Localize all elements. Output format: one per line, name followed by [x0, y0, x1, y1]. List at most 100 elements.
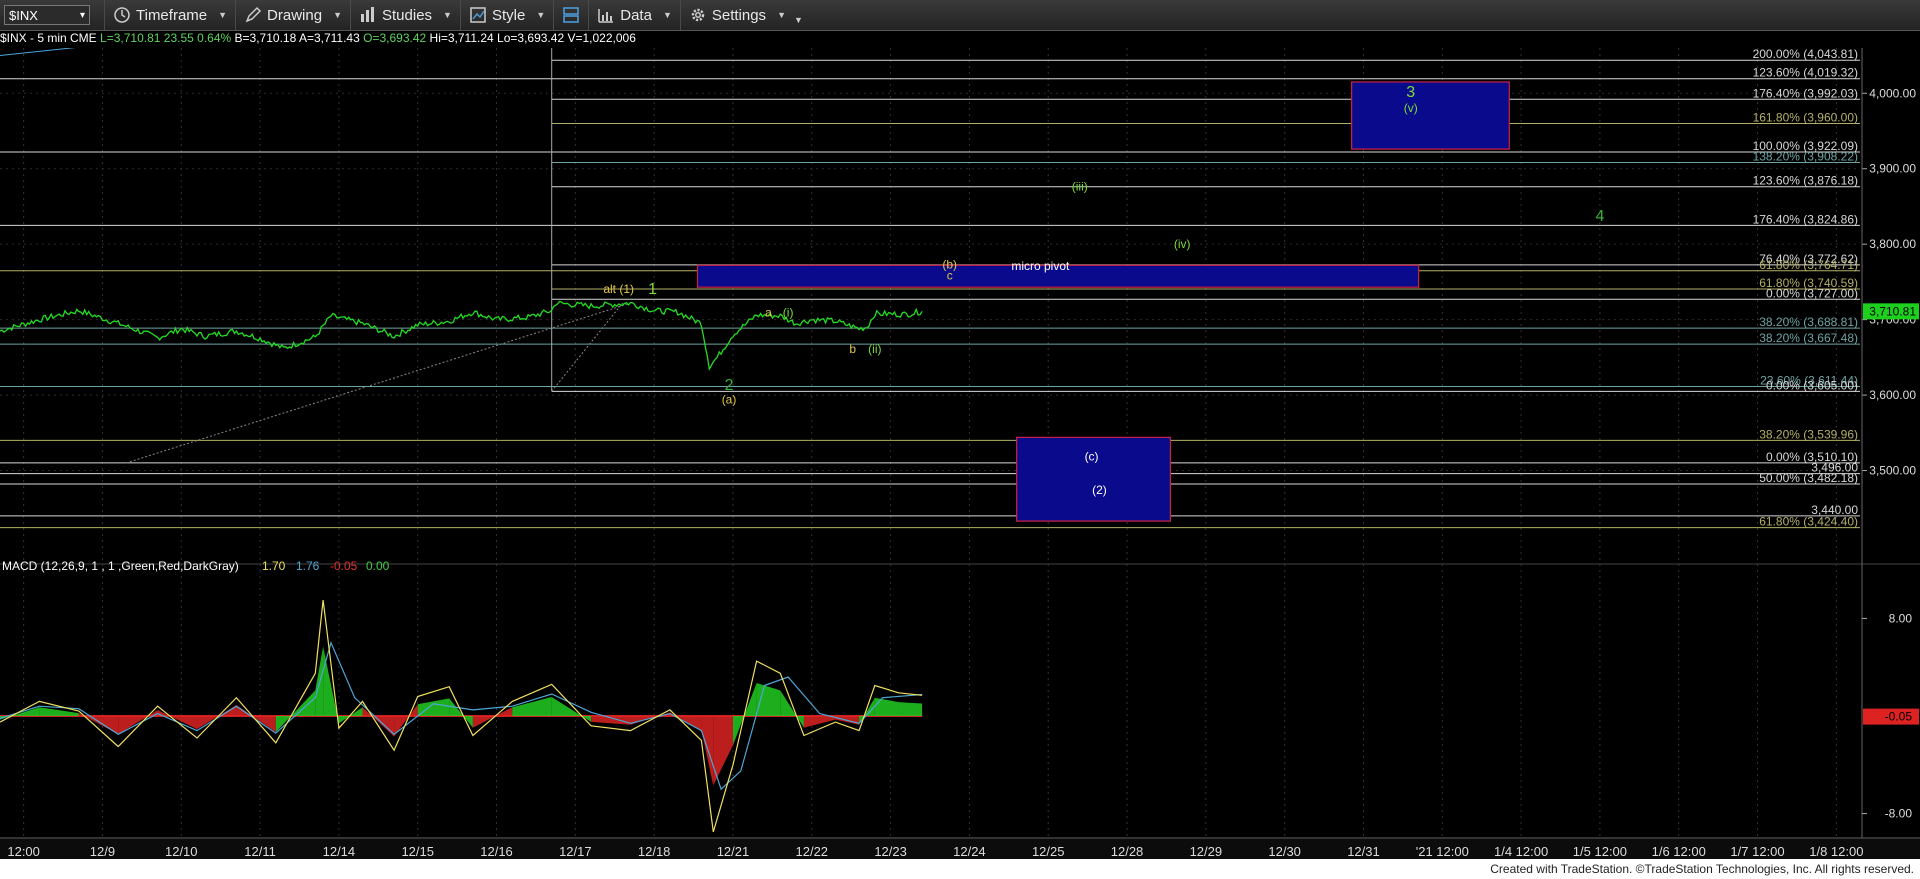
chevron-down-icon: ▼ — [662, 10, 672, 20]
macd-histogram-bar — [236, 705, 276, 733]
macd-value: 1.70 — [262, 559, 286, 573]
x-tick-label: 12/16 — [480, 844, 513, 859]
symbol-description: $INX - 5 min CME — [0, 31, 97, 45]
style-label: Style — [491, 6, 526, 24]
trend-line — [0, 48, 76, 57]
symbol-input[interactable]: $INX ▾ — [4, 5, 90, 25]
overflow-caret-icon[interactable]: ▼ — [794, 15, 803, 25]
macd-histogram-bar — [449, 698, 473, 728]
grid-lines — [0, 48, 1920, 838]
y-tick-label: 4,000.00 — [1869, 86, 1916, 100]
layout-button[interactable] — [553, 0, 588, 30]
wave-label: b — [849, 342, 856, 356]
chevron-down-icon[interactable]: ▾ — [80, 10, 85, 21]
wave-label: a — [765, 306, 772, 320]
macd-histogram-bar — [362, 707, 395, 737]
chevron-down-icon: ▼ — [443, 10, 452, 20]
wave-label: (iii) — [1072, 180, 1088, 194]
copyright-text: Created with TradeStation. ©TradeStation… — [1490, 862, 1914, 876]
macd-tick-label: 8.00 — [1889, 611, 1913, 625]
chevron-down-icon: ▼ — [333, 10, 342, 20]
chevron-down-icon: ▼ — [536, 10, 546, 20]
ask-price: A=3,711.43 — [298, 31, 360, 45]
x-tick-label: 12/14 — [323, 844, 356, 859]
drawing-button[interactable]: Drawing ▼ — [235, 0, 350, 30]
chevron-down-icon: ▼ — [777, 10, 786, 20]
x-tick-label: 12/30 — [1268, 844, 1301, 859]
x-tick-label: 12/25 — [1032, 844, 1065, 859]
footer: Created with TradeStation. ©TradeStation… — [0, 859, 1920, 879]
fib-level-label: 38.20% (3,688.81) — [1759, 315, 1858, 329]
quote-line: $INX - 5 min CME L=3,710.81 23.55 0.64% … — [0, 31, 636, 47]
price-chart[interactable]: 200.00% (4,043.81) 123.60% (4,019.32) 176.… — [0, 48, 1920, 859]
x-tick-label: 12/18 — [638, 844, 671, 859]
y-tick-label: 3,500.00 — [1869, 464, 1916, 478]
high-price: Hi=3,711.24 — [429, 31, 494, 45]
x-tick-label: 12/15 — [401, 844, 434, 859]
pencil-icon — [245, 6, 262, 23]
style-button[interactable]: Style ▼ — [459, 0, 553, 30]
fib-levels: 200.00% (4,043.81) 123.60% (4,019.32) 176.… — [0, 48, 1860, 529]
fib-level-label: 176.40% (3,992.03) — [1753, 86, 1858, 100]
bid-price: B=3,710.18 — [234, 31, 297, 45]
settings-label: Settings — [711, 6, 767, 24]
macd-histogram-bar — [0, 707, 40, 720]
wave-label: (c) — [1085, 450, 1099, 464]
wave-label: 2 — [725, 377, 734, 394]
last-price-label: 3,710.81 — [1869, 304, 1916, 318]
fib-level-label: 123.60% (3,876.18) — [1753, 174, 1858, 188]
x-tick-label: 12/17 — [559, 844, 592, 859]
fib-level-label: 50.00% (3,482.18) — [1759, 471, 1858, 485]
macd-value: 1.76 — [296, 559, 320, 573]
wave-label: alt (1) — [603, 282, 634, 296]
y-tick-label: 3,900.00 — [1869, 162, 1916, 176]
x-tick-label: 12/29 — [1190, 844, 1223, 859]
macd-histogram-bar — [780, 690, 804, 728]
x-tick-label: 12/11 — [244, 844, 276, 859]
y-tick-label: 3,600.00 — [1869, 388, 1916, 402]
x-tick-label: 12/28 — [1111, 844, 1144, 859]
gear-icon — [691, 8, 705, 22]
settings-button[interactable]: Settings ▼ — [679, 0, 794, 30]
timeframe-button[interactable]: Timeframe ▼ — [104, 0, 235, 30]
target-boxes — [696, 81, 1510, 522]
wave-label: (a) — [722, 392, 737, 406]
fib-level-label: 138.20% (3,908.22) — [1753, 150, 1858, 164]
volume: V=1,022,006 — [567, 31, 636, 45]
x-tick-label: 12/9 — [90, 844, 115, 859]
macd-histogram-bar — [315, 646, 324, 716]
studies-icon — [361, 7, 374, 22]
layout-icon — [563, 7, 580, 23]
low-price: Lo=3,693.42 — [497, 31, 565, 45]
wave-label: (v) — [1404, 101, 1418, 115]
macd-histogram-bar — [874, 697, 899, 716]
x-tick-label: 12:00 — [7, 844, 40, 859]
x-tick-label: 1/6 12:00 — [1652, 844, 1706, 859]
timeframe-label: Timeframe — [136, 6, 208, 24]
macd-title: MACD (12,26,9, 1 , 1 ,Green,Red,DarkGray… — [2, 559, 239, 573]
style-icon — [470, 7, 486, 23]
percent-change: 0.64% — [197, 31, 232, 45]
clock-icon — [114, 7, 130, 23]
fib-level-label: 38.20% (3,667.48) — [1759, 331, 1858, 345]
fib-level-label: 176.40% (3,824.86) — [1753, 212, 1858, 226]
macd-value: -0.05 — [330, 559, 358, 573]
macd-histogram-bar — [472, 707, 513, 728]
fib-level-label: 0.00% (3,727.00) — [1766, 286, 1858, 300]
x-tick-label: 12/22 — [796, 844, 829, 859]
macd-value: 0.00 — [366, 559, 390, 573]
studies-label: Studies — [382, 6, 433, 24]
x-tick-label: 12/10 — [165, 844, 198, 859]
data-button[interactable]: Data ▼ — [588, 0, 680, 30]
fib-level-label: 123.60% (4,019.32) — [1753, 66, 1858, 80]
macd-histogram-bar — [157, 710, 198, 730]
x-tick-label: 1/8 12:00 — [1809, 844, 1863, 859]
wave-label: (i) — [783, 306, 794, 320]
x-tick-label: 1/4 12:00 — [1494, 844, 1548, 859]
x-tick-label: 12/24 — [953, 844, 986, 859]
studies-button[interactable]: Studies ▼ — [350, 0, 460, 30]
macd-tick-label: -8.00 — [1885, 807, 1913, 821]
fib-level-label: 161.80% (3,960.00) — [1753, 110, 1858, 124]
macd-panel: MACD (12,26,9, 1 , 1 ,Green,Red,DarkGray… — [0, 559, 1919, 833]
time-axis: 12:00 12/9 12/10 12/11 12/14 12/15 12/16 12/17 1… — [0, 837, 1920, 859]
